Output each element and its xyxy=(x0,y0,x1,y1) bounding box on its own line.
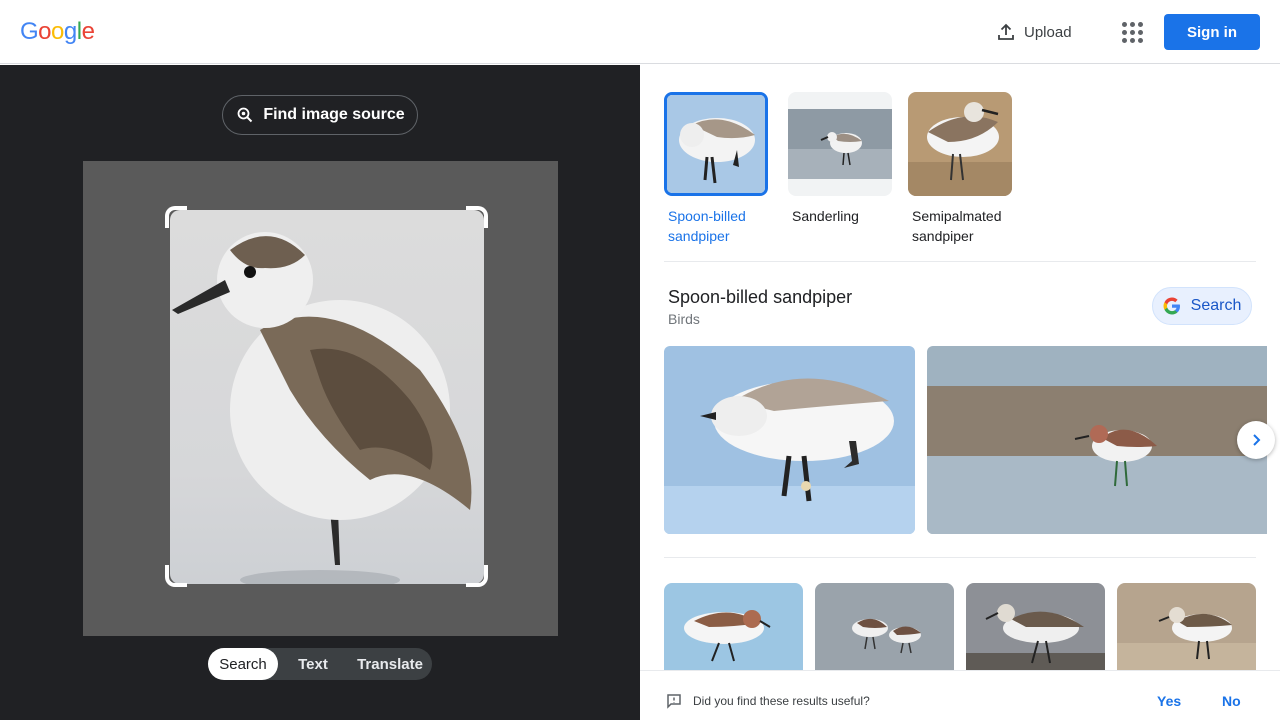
sign-in-button[interactable]: Sign in xyxy=(1164,14,1260,50)
feedback-yes-button[interactable]: Yes xyxy=(1157,693,1181,709)
lens-mode-tabs: Search Text Translate xyxy=(208,648,432,680)
results-panel: Spoon-billed sandpiper Sanderling Semipa… xyxy=(640,65,1280,720)
match-semipalmated-sandpiper[interactable]: Semipalmated sandpiper xyxy=(908,92,1012,246)
bird-image xyxy=(1117,583,1256,683)
crop-selection[interactable] xyxy=(170,210,484,584)
carousel-next-button[interactable] xyxy=(1237,421,1275,459)
divider xyxy=(664,557,1256,558)
crop-handle-bottom-left[interactable] xyxy=(165,565,187,587)
upload-label: Upload xyxy=(1024,23,1072,41)
apps-dot xyxy=(1137,21,1143,27)
crop-handle-top-left[interactable] xyxy=(165,206,187,228)
bird-image xyxy=(664,583,803,683)
chevron-right-icon xyxy=(1253,434,1261,446)
match-label: Sanderling xyxy=(792,208,859,224)
sandpiper-query-image xyxy=(172,232,472,584)
google-apps-button[interactable] xyxy=(1116,16,1148,48)
apps-dot xyxy=(1129,29,1135,35)
apps-dot xyxy=(1121,37,1127,43)
visual-match-4[interactable] xyxy=(1117,583,1256,683)
tab-search[interactable]: Search xyxy=(208,648,278,680)
upload-button[interactable]: Upload xyxy=(984,14,1084,50)
match-spoon-billed-sandpiper[interactable]: Spoon-billed sandpiper xyxy=(664,92,768,246)
bird-image xyxy=(908,92,1012,196)
query-image-canvas[interactable] xyxy=(83,161,558,636)
visual-match-2[interactable] xyxy=(815,583,954,683)
lens-image-panel: Find image source Search Text Translate xyxy=(0,65,640,720)
bird-image xyxy=(815,583,954,683)
match-thumbnail xyxy=(664,92,768,196)
match-label: Spoon-billed sandpiper xyxy=(668,208,746,244)
lens-search-icon xyxy=(237,107,253,123)
divider xyxy=(664,261,1256,262)
apps-dot xyxy=(1129,21,1135,27)
bird-image xyxy=(966,583,1105,683)
feedback-question: Did you find these results useful? xyxy=(693,694,870,708)
result-image-1[interactable] xyxy=(664,346,915,534)
upload-icon xyxy=(998,23,1014,40)
feedback-bar: Did you find these results useful? Yes N… xyxy=(640,670,1280,720)
find-image-source-label: Find image source xyxy=(263,106,405,123)
logo-letter: g xyxy=(63,18,77,45)
knowledge-subtitle: Birds xyxy=(668,311,700,327)
match-sanderling[interactable]: Sanderling xyxy=(788,92,892,226)
bird-image xyxy=(788,109,892,179)
logo-letter: o xyxy=(38,18,52,45)
knowledge-title: Spoon-billed sandpiper xyxy=(668,287,853,307)
google-logo[interactable]: Google xyxy=(20,18,95,46)
tab-translate[interactable]: Translate xyxy=(348,648,432,680)
crop-handle-bottom-right[interactable] xyxy=(466,565,488,587)
header: Google Upload Sign in xyxy=(0,0,1280,64)
tab-text[interactable]: Text xyxy=(278,648,348,680)
match-label: Semipalmated sandpiper xyxy=(912,208,1002,244)
knowledge-search-label: Search xyxy=(1190,297,1242,314)
logo-letter: o xyxy=(51,18,64,45)
apps-dot xyxy=(1137,29,1143,35)
feedback-icon xyxy=(667,694,681,709)
google-g-icon xyxy=(1163,297,1180,315)
crop-handle-top-right[interactable] xyxy=(466,206,488,228)
match-thumbnail xyxy=(788,92,892,196)
bird-image xyxy=(664,346,915,534)
logo-letter: e xyxy=(81,18,95,45)
apps-dot xyxy=(1137,37,1143,43)
visual-match-1[interactable] xyxy=(664,583,803,683)
logo-letter: G xyxy=(20,18,39,45)
apps-dot xyxy=(1121,21,1127,27)
feedback-no-button[interactable]: No xyxy=(1222,693,1241,709)
apps-dot xyxy=(1129,37,1135,43)
match-thumbnail xyxy=(908,92,1012,196)
visual-match-3[interactable] xyxy=(966,583,1105,683)
apps-dot xyxy=(1121,29,1127,35)
result-image-2[interactable] xyxy=(927,346,1267,534)
bird-image xyxy=(667,95,765,193)
knowledge-search-button[interactable]: Search xyxy=(1152,287,1252,325)
find-image-source-button[interactable]: Find image source xyxy=(222,95,418,135)
bird-image xyxy=(927,346,1267,534)
